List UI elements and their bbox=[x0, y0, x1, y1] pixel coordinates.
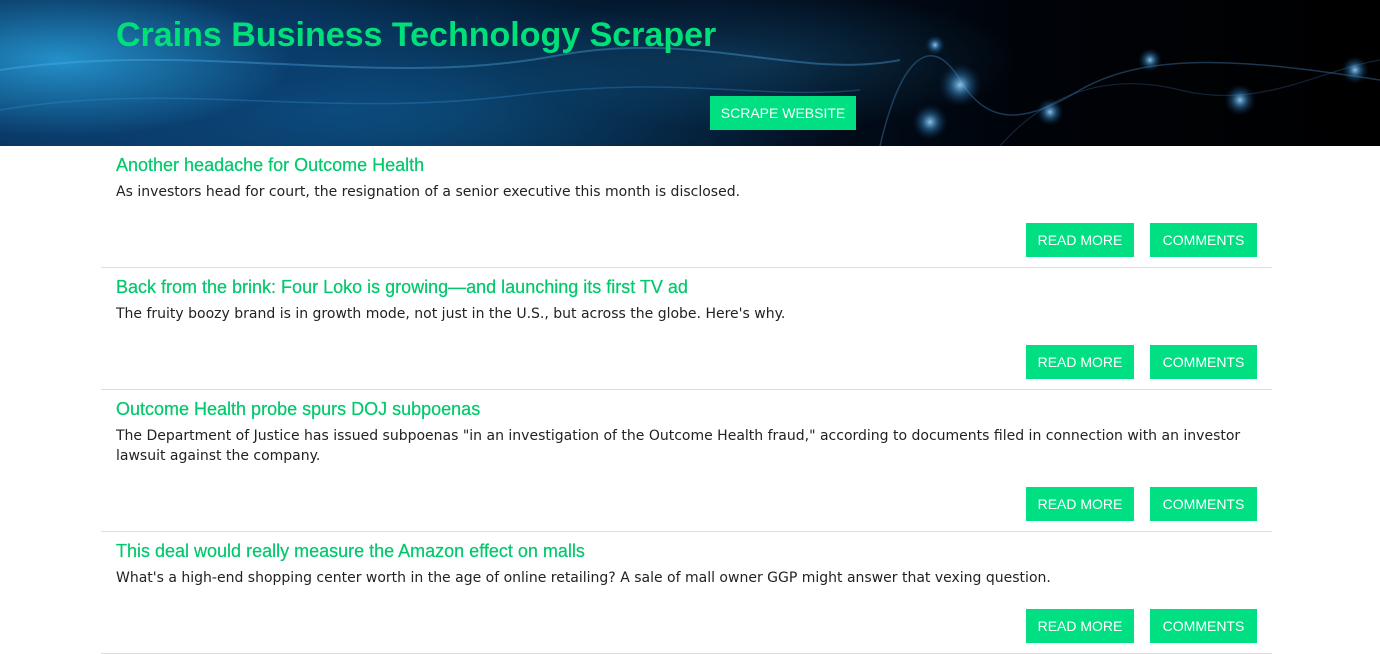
comments-button[interactable]: COMMENTS bbox=[1150, 487, 1257, 521]
article-title: Back from the brink: Four Loko is growin… bbox=[116, 276, 1257, 298]
article-title-link[interactable]: Outcome Health probe spurs DOJ subpoenas bbox=[116, 399, 480, 419]
article-list: Another headache for Outcome Health As i… bbox=[101, 146, 1272, 654]
article-item: Another headache for Outcome Health As i… bbox=[101, 146, 1272, 268]
comments-button[interactable]: COMMENTS bbox=[1150, 345, 1257, 379]
article-actions: READ MORE COMMENTS bbox=[116, 487, 1257, 521]
read-more-button[interactable]: READ MORE bbox=[1026, 345, 1134, 379]
read-more-button[interactable]: READ MORE bbox=[1026, 223, 1134, 257]
article-title: Another headache for Outcome Health bbox=[116, 154, 1257, 176]
article-item: Back from the brink: Four Loko is growin… bbox=[101, 268, 1272, 390]
article-item: Outcome Health probe spurs DOJ subpoenas… bbox=[101, 390, 1272, 532]
scrape-website-button[interactable]: SCRAPE WEBSITE bbox=[710, 96, 856, 130]
article-actions: READ MORE COMMENTS bbox=[116, 609, 1257, 643]
header-banner: Crains Business Technology Scraper SCRAP… bbox=[0, 0, 1380, 146]
article-title: This deal would really measure the Amazo… bbox=[116, 540, 1257, 562]
read-more-button[interactable]: READ MORE bbox=[1026, 487, 1134, 521]
article-summary: As investors head for court, the resigna… bbox=[116, 184, 741, 200]
article-actions: READ MORE COMMENTS bbox=[116, 223, 1257, 257]
article-summary: The fruity boozy brand is in growth mode… bbox=[116, 306, 786, 322]
article-title-link[interactable]: Back from the brink: Four Loko is growin… bbox=[116, 277, 688, 297]
article-item: This deal would really measure the Amazo… bbox=[101, 532, 1272, 654]
article-summary: The Department of Justice has issued sub… bbox=[116, 428, 1241, 464]
read-more-button[interactable]: READ MORE bbox=[1026, 609, 1134, 643]
comments-button[interactable]: COMMENTS bbox=[1150, 609, 1257, 643]
article-title: Outcome Health probe spurs DOJ subpoenas bbox=[116, 398, 1257, 420]
comments-button[interactable]: COMMENTS bbox=[1150, 223, 1257, 257]
article-title-link[interactable]: This deal would really measure the Amazo… bbox=[116, 541, 585, 561]
page-title: Crains Business Technology Scraper bbox=[116, 16, 717, 54]
article-title-link[interactable]: Another headache for Outcome Health bbox=[116, 155, 424, 175]
article-actions: READ MORE COMMENTS bbox=[116, 345, 1257, 379]
article-summary: What's a high-end shopping center worth … bbox=[116, 570, 1051, 586]
